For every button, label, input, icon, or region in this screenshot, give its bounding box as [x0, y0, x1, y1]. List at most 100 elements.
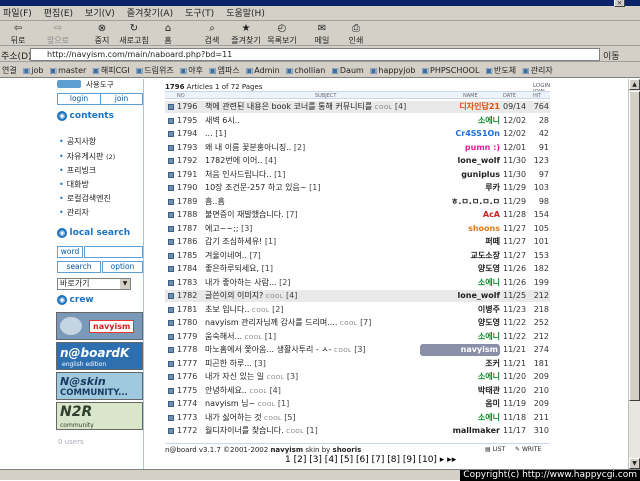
menu-tools[interactable]: 도구(T) — [185, 7, 214, 20]
author-name[interactable]: lone_wolf — [420, 290, 500, 302]
login-button[interactable]: login — [57, 93, 101, 105]
post-subject-link[interactable]: 안녕하세요.. COOL [4] — [205, 385, 415, 398]
menu-file[interactable]: 파일(F) — [3, 7, 32, 20]
author-name[interactable]: 디자인답21 — [420, 101, 500, 113]
forward-button[interactable]: ⇨ 앞으로 — [42, 23, 74, 45]
go-button[interactable]: 이동 — [603, 49, 620, 62]
post-subject-link[interactable]: 겨울이네여.. [7] — [205, 250, 415, 262]
print-button[interactable]: ⎙ 인쇄 — [340, 23, 372, 45]
table-row[interactable]: 1775 안녕하세요.. COOL [4] 박태관 11/20 210 — [165, 385, 550, 397]
author-name[interactable]: 루카 — [420, 182, 500, 194]
post-subject-link[interactable]: 움숙해서... COOL [1] — [205, 331, 415, 344]
link-phpschool[interactable]: PHPSCHOOL — [421, 66, 479, 75]
link-admin[interactable]: Admin — [246, 66, 280, 75]
table-row[interactable]: 1792 1782번에 이어.. [4] lone_wolf 11/30 123 — [165, 155, 550, 167]
post-subject-link[interactable]: ... [1] — [205, 128, 415, 140]
author-name[interactable]: 소에니 — [420, 277, 500, 289]
search-button-local[interactable]: search — [57, 261, 101, 273]
table-row[interactable]: 1789 흠..흠 ㅎ.ㅁ.ㅁ.ㅁ.ㅁ 11/29 98 — [165, 196, 550, 208]
vertical-scrollbar[interactable]: ▲ ▼ — [628, 79, 640, 469]
nav-chat[interactable]: 대화방 — [59, 179, 89, 190]
table-row[interactable]: 1794... [1] Cr4SS1On 12/02 42 — [165, 128, 550, 140]
author-name[interactable]: mallmaker — [420, 425, 500, 437]
write-link[interactable]: ✎ WRITE — [515, 446, 541, 453]
post-subject-link[interactable]: 내가 자신 있는 일 COOL [3] — [205, 371, 415, 384]
table-row[interactable]: 1791 처음 인사드립니다.. [1] guniplus 11/30 97 — [165, 169, 550, 181]
post-subject-link[interactable]: navyism 관리자님께 감사를 드리며.... COOL [7] — [205, 317, 415, 330]
home-button[interactable]: ⌂ 홈 — [152, 23, 184, 45]
post-subject-link[interactable]: 흠..흠 — [205, 196, 415, 208]
join-button[interactable]: join — [100, 93, 143, 105]
author-name[interactable]: navyism — [420, 344, 500, 356]
nav-free-link[interactable]: 프리빙크 — [59, 165, 96, 176]
table-row[interactable]: 1772 월디자이너를 찾습니다. COOL [1] mallmaker 11/17 3… — [165, 425, 550, 437]
table-row[interactable]: 1795 새벽 6시.. 소에니 12/02 28 — [165, 115, 550, 127]
post-subject-link[interactable]: 좋은하루되세요, [1] — [205, 263, 415, 275]
post-subject-link[interactable]: 월디자이너를 찾습니다. COOL [1] — [205, 425, 415, 438]
table-row[interactable]: 1777 피곤한 하루... [3] 조커 11/21 181 — [165, 358, 550, 370]
search-button[interactable]: ⌕ 검색 — [196, 23, 228, 45]
author-name[interactable]: 소에니 — [420, 412, 500, 424]
table-row[interactable]: 1776 내가 자신 있는 일 COOL [3] 소에니 11/20 209 — [165, 371, 550, 383]
link-master[interactable]: master — [50, 66, 86, 75]
table-row[interactable]: 1780 navyism 관리자님께 감사를 드리며.... COOL [7] 양도… — [165, 317, 550, 329]
author-name[interactable]: 교도소장 — [420, 250, 500, 262]
banner-n2r[interactable]: N2R community — [56, 402, 143, 430]
link-daum[interactable]: Daum — [331, 66, 364, 75]
nav-local-search[interactable]: 로컬검색엔진 — [59, 193, 111, 204]
author-name[interactable]: 박태관 — [420, 385, 500, 397]
banner-navyism[interactable]: navyism — [56, 312, 143, 340]
link-empas[interactable]: 엠파스 — [209, 65, 240, 76]
link-happyjob[interactable]: happyjob — [370, 66, 415, 75]
post-subject-link[interactable]: 불면증이 재발했습니다. [7] — [205, 209, 415, 221]
scroll-thumb[interactable] — [629, 91, 640, 401]
author-name[interactable]: guniplus — [420, 169, 500, 181]
table-row[interactable]: 1774 navyism 님~ COOL [1] 옴미 11/19 209 — [165, 398, 550, 410]
post-subject-link[interactable]: 갑기 조심하세유! [1] — [205, 236, 415, 248]
table-row[interactable]: 1788 불면증이 재발했습니다. [7] AcA 11/28 154 — [165, 209, 550, 221]
author-name[interactable]: Cr4SS1On — [420, 128, 500, 140]
table-row[interactable]: 1790 10장 조건문-257 하고 있음~ [1] 루카 11/29 103 — [165, 182, 550, 194]
author-name[interactable]: 소에니 — [420, 331, 500, 343]
table-row[interactable]: 1783 내가 좋아하는 사람... [2] 소에니 11/26 199 — [165, 277, 550, 289]
link-yahoo[interactable]: 야후 — [180, 65, 203, 76]
menu-favorites[interactable]: 즐겨찾기(A) — [127, 7, 173, 20]
table-row[interactable]: 1784 좋은하루되세요, [1] 양도영 11/26 182 — [165, 263, 550, 275]
post-subject-link[interactable]: 마노홈에서 쫓아옴... 생활사투리 - ㅅ- COOL [3] — [205, 344, 415, 357]
quick-nav-select[interactable]: 바로가기 ▼ — [57, 278, 131, 290]
author-name[interactable]: AcA — [420, 209, 500, 221]
link-job[interactable]: job — [23, 66, 43, 75]
address-input[interactable]: http://navyism.com/main/naboard.php?bd=1… — [30, 48, 600, 61]
table-row[interactable]: 1786 갑기 조심하세유! [1] 퍼떼 11/27 101 — [165, 236, 550, 248]
scroll-down-icon[interactable]: ▼ — [629, 458, 640, 469]
author-name[interactable]: 소에니 — [420, 371, 500, 383]
post-subject-link[interactable]: 내가 싫어하는 것 COOL [5] — [205, 412, 415, 425]
post-subject-link[interactable]: 책에 관련된 내용은 book 코너를 통해 커뮤니티를 COOL [4] — [205, 101, 415, 114]
favorites-button[interactable]: ★ 즐겨찾기 — [230, 23, 262, 45]
post-subject-link[interactable]: 10장 조건문-257 하고 있음~ [1] — [205, 182, 415, 194]
table-row[interactable]: 1785 겨울이네여.. [7] 교도소장 11/27 153 — [165, 250, 550, 262]
author-name[interactable]: 이병주 — [420, 304, 500, 316]
table-row[interactable]: 1781 초보 입니다.. COOL [2] 이병주 11/23 218 — [165, 304, 550, 316]
author-name[interactable]: 옴미 — [420, 398, 500, 410]
link-manager[interactable]: 관리자 — [522, 65, 553, 76]
author-name[interactable]: 양도영 — [420, 317, 500, 329]
author-name[interactable]: ㅎ.ㅁ.ㅁ.ㅁ.ㅁ — [420, 196, 500, 208]
post-subject-link[interactable]: 1782번에 이어.. [4] — [205, 155, 415, 167]
post-subject-link[interactable]: 왜 내 이름 꽃분홍아니징.. [2] — [205, 142, 415, 154]
table-row[interactable]: 1773 내가 싫어하는 것 COOL [5] 소에니 11/18 211 — [165, 412, 550, 424]
refresh-button[interactable]: ↻ 새로고침 — [118, 23, 150, 45]
post-subject-link[interactable]: 초보 입니다.. COOL [2] — [205, 304, 415, 317]
banner-naskin[interactable]: N@skin COMMUNITY... — [56, 372, 143, 400]
search-word-input[interactable] — [84, 246, 143, 258]
scroll-up-icon[interactable]: ▲ — [629, 79, 640, 90]
post-subject-link[interactable]: 내가 좋아하는 사람... [2] — [205, 277, 415, 289]
author-name[interactable]: shoons — [420, 223, 500, 235]
menu-view[interactable]: 보기(V) — [85, 7, 115, 20]
option-button[interactable]: option — [102, 261, 143, 273]
menu-help[interactable]: 도움말(H) — [226, 7, 265, 20]
post-subject-link[interactable]: 에고~~;; [3] — [205, 223, 415, 235]
nav-admin[interactable]: 관리자 — [59, 207, 89, 218]
author-name[interactable]: 소에니 — [420, 115, 500, 127]
author-name[interactable]: 퍼떼 — [420, 236, 500, 248]
